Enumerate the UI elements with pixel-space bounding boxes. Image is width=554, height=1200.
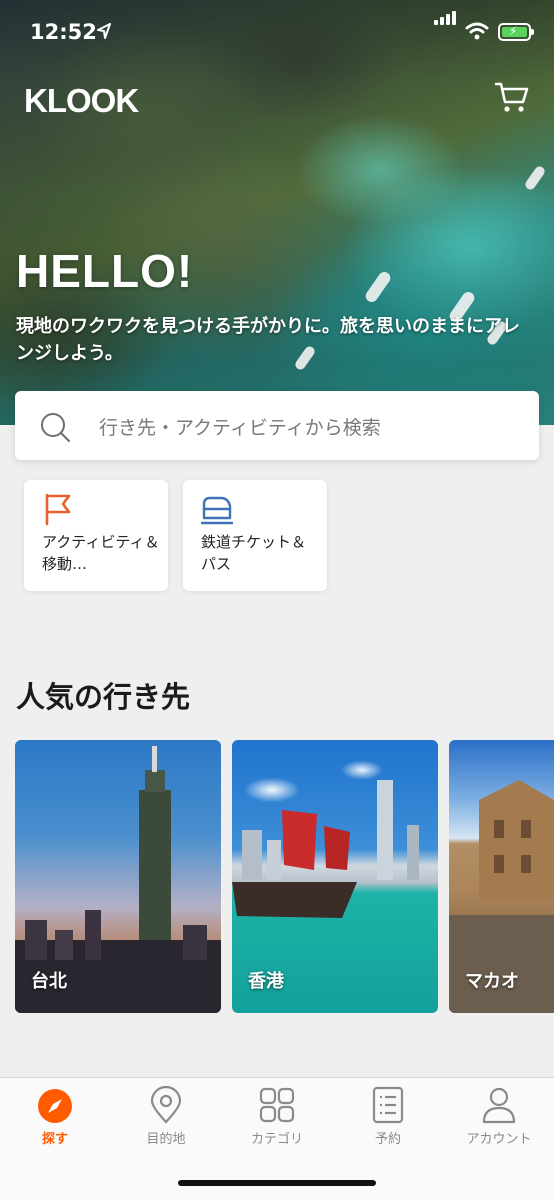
boat-shape — [523, 164, 547, 192]
tab-bookings[interactable]: 予約 — [333, 1086, 443, 1147]
category-card-activities[interactable]: アクティビティ＆移動… — [24, 480, 168, 591]
grid-icon — [259, 1087, 295, 1123]
category-label: アクティビティ＆移動… — [42, 533, 160, 573]
tab-label: 予約 — [374, 1132, 401, 1147]
search-bar[interactable]: 行き先・アクティビティから検索 — [15, 391, 539, 460]
wifi-icon — [465, 22, 489, 40]
battery-icon: ⚡ — [498, 23, 534, 41]
destination-card-macau[interactable]: マカオ — [449, 740, 554, 1013]
destination-name: 香港 — [248, 971, 284, 992]
search-icon — [41, 413, 70, 442]
home-indicator[interactable] — [178, 1180, 376, 1186]
compass-icon — [38, 1089, 72, 1123]
tab-account[interactable]: アカウント — [444, 1086, 554, 1147]
location-pin-icon — [150, 1086, 182, 1124]
tab-label: 目的地 — [146, 1132, 186, 1147]
tab-label: 探す — [41, 1132, 68, 1147]
tab-explore[interactable]: 探す — [0, 1086, 110, 1147]
section-title-popular: 人気の行き先 — [16, 680, 191, 714]
location-arrow-icon — [97, 23, 111, 39]
screen: 12:52 ⚡ KLOOK HELLO! 現地のワクワクを見つける手がかりに。旅… — [0, 0, 554, 1200]
tab-categories[interactable]: カテゴリ — [222, 1086, 332, 1147]
destination-name: 台北 — [31, 971, 67, 992]
destination-card-taipei[interactable]: 台北 — [15, 740, 221, 1013]
list-icon — [372, 1086, 404, 1124]
train-icon — [201, 496, 233, 525]
tab-label: アカウント — [466, 1132, 532, 1147]
hero-greeting: HELLO! — [16, 245, 194, 297]
flag-icon — [45, 493, 71, 526]
search-placeholder: 行き先・アクティビティから検索 — [99, 417, 381, 439]
hero-tagline: 現地のワクワクを見つける手がかりに。旅を思いのままにアレンジしよう。 — [16, 316, 520, 364]
destination-name: マカオ — [465, 971, 519, 992]
category-card-rail[interactable]: 鉄道チケット＆パス — [183, 480, 327, 591]
tab-label: カテゴリ — [250, 1132, 303, 1147]
klook-logo: KLOOK — [24, 82, 139, 119]
status-bar: 12:52 ⚡ — [0, 0, 554, 64]
status-time: 12:52 — [30, 20, 97, 44]
boat-shape — [363, 269, 393, 305]
cart-icon[interactable] — [494, 80, 530, 114]
destination-card-hong-kong[interactable]: 香港 — [232, 740, 438, 1013]
category-label: 鉄道チケット＆パス — [201, 533, 307, 573]
person-icon — [482, 1087, 516, 1124]
tab-destinations[interactable]: 目的地 — [111, 1086, 221, 1147]
